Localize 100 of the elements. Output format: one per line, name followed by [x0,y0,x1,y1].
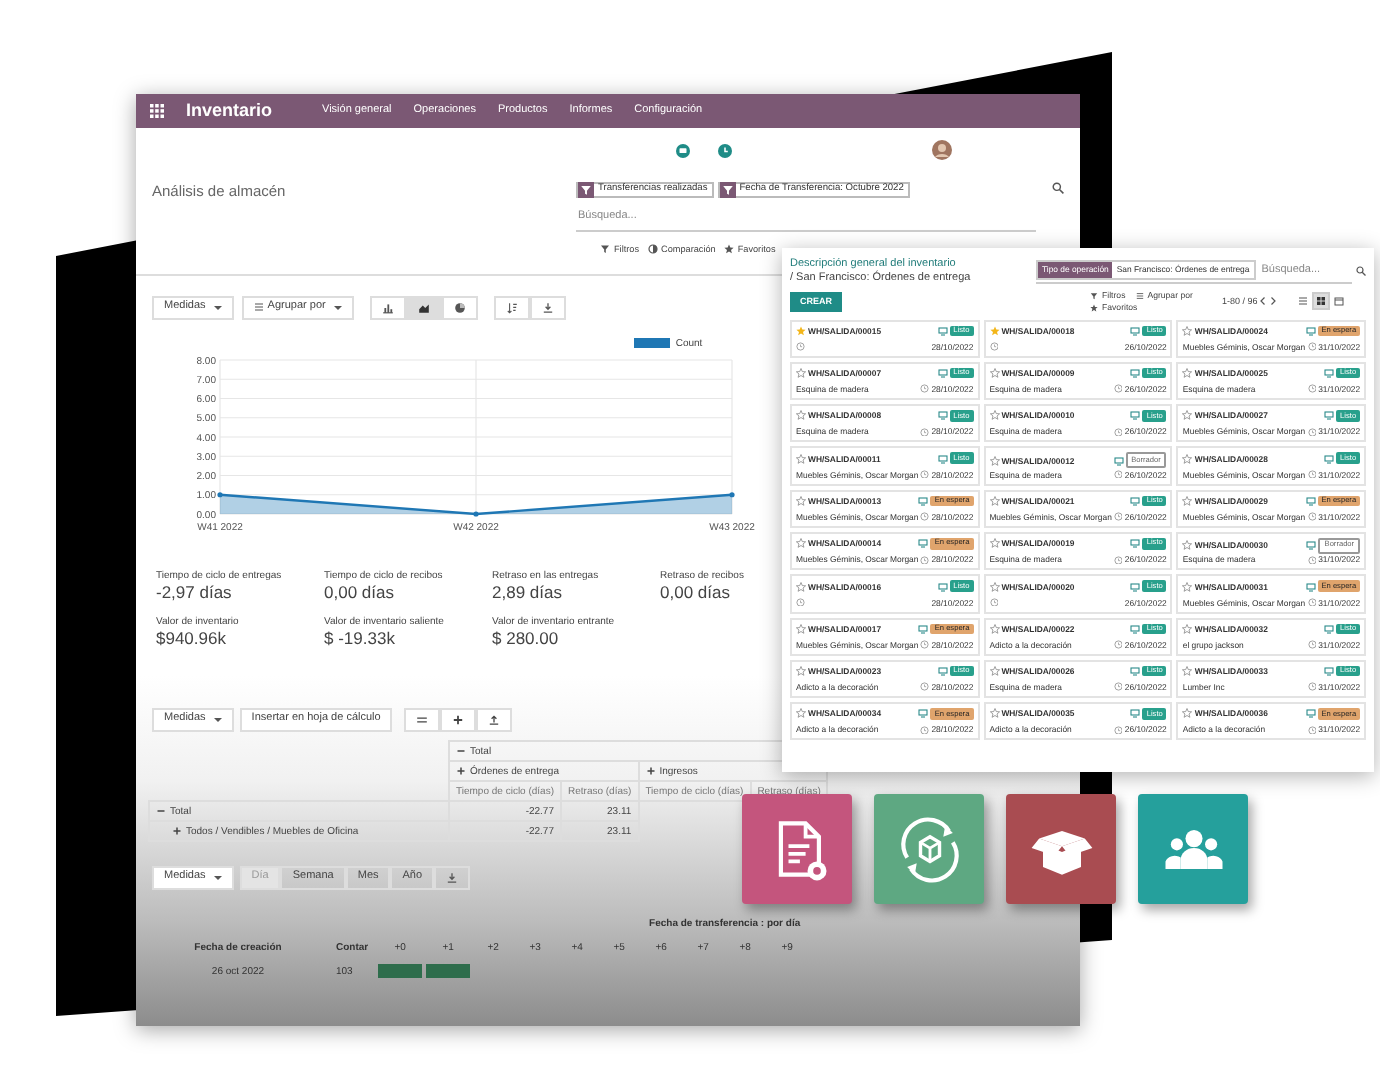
clock-icon[interactable] [920,640,930,650]
grid-icon [1315,296,1326,307]
clock-icon[interactable] [1113,555,1123,565]
search-icon[interactable] [1356,266,1366,276]
star-outline-icon[interactable] [796,453,806,464]
clock-icon[interactable] [920,682,930,692]
screen-icon [1130,538,1141,549]
screen-icon [918,538,929,549]
screen-icon [1113,455,1124,466]
star-outline-icon[interactable] [1182,453,1193,464]
chart-type-button[interactable] [441,295,478,320]
star-icon[interactable] [989,325,1000,336]
screen-icon [1305,495,1316,506]
clock-icon[interactable] [1307,555,1317,565]
app-tile[interactable] [874,794,984,904]
chevron-right-icon[interactable] [1267,296,1278,307]
star-outline-icon[interactable] [989,538,1000,549]
star-outline-icon[interactable] [1182,623,1193,634]
kpi-value: 2,89 días [492,581,564,602]
kanban-view-button[interactable] [1311,292,1330,311]
clock-icon[interactable] [920,512,930,522]
screen-icon [1324,623,1335,634]
clock-icon[interactable] [718,143,732,157]
star-outline-icon[interactable] [796,666,806,677]
star-outline-icon[interactable] [796,368,806,379]
star-outline-icon[interactable] [989,581,1000,592]
chevron-left-icon[interactable] [1257,296,1268,307]
star-outline-icon[interactable] [796,581,806,592]
app-tile[interactable] [1006,794,1116,904]
star-outline-icon[interactable] [1182,708,1193,719]
screen-icon [1130,495,1141,506]
star-outline-icon[interactable] [1182,368,1193,379]
clock-icon[interactable] [989,342,999,352]
clock-icon[interactable] [1113,725,1123,735]
screen-icon [1130,623,1141,634]
clock-icon[interactable] [920,384,930,394]
screen-icon [918,708,929,719]
star-outline-icon[interactable] [1182,495,1193,506]
star-outline-icon[interactable] [1182,540,1193,551]
screen-icon [937,581,948,592]
clock-icon[interactable] [1113,512,1123,522]
clock-icon[interactable] [1113,640,1123,650]
clock-icon[interactable] [1113,384,1123,394]
clock-icon[interactable] [920,427,930,437]
clock-icon[interactable] [796,342,805,352]
clock-icon[interactable] [796,597,805,607]
data-point [729,491,735,497]
clock-icon[interactable] [920,725,930,735]
clock-icon[interactable] [989,597,999,607]
download-button[interactable] [434,866,471,890]
screen-icon [1130,666,1141,677]
star-outline-icon[interactable] [989,495,1000,506]
star-outline-icon[interactable] [989,455,1000,466]
area-chart-icon [417,301,430,314]
star-outline-icon[interactable] [1182,666,1193,677]
star-outline-icon[interactable] [796,410,806,421]
star-outline-icon[interactable] [1182,581,1193,592]
star-outline-icon[interactable] [796,538,806,549]
clock-icon[interactable] [1307,682,1317,692]
star-outline-icon[interactable] [989,666,1000,677]
avatar-icon[interactable] [932,140,952,160]
star-icon[interactable] [796,325,806,336]
clock-icon[interactable] [1307,384,1317,394]
clock-icon[interactable] [1307,512,1317,522]
star-outline-icon[interactable] [796,623,806,634]
star-outline-icon[interactable] [989,708,1000,719]
clock-icon[interactable] [1113,682,1123,692]
star-outline-icon[interactable] [989,410,1000,421]
star-outline-icon[interactable] [796,708,806,719]
apps-menu-icon[interactable] [150,104,164,118]
expand-button[interactable] [440,708,477,732]
search-icon[interactable] [1052,182,1064,194]
star-outline-icon[interactable] [989,623,1000,634]
star-outline-icon[interactable] [989,368,1000,379]
chart-type-button[interactable] [405,295,442,320]
star-outline-icon[interactable] [796,495,806,506]
clock-icon[interactable] [1307,725,1317,735]
chat-icon[interactable] [676,143,690,157]
app-tile[interactable] [742,794,852,904]
clock-icon[interactable] [1307,342,1317,352]
download-button[interactable] [476,708,513,732]
star-outline-icon[interactable] [1182,325,1193,336]
sort-button[interactable] [493,295,530,320]
clock-icon[interactable] [920,555,930,565]
star-outline-icon[interactable] [1182,410,1193,421]
clock-icon[interactable] [920,469,930,479]
clock-icon[interactable] [1113,469,1123,479]
clock-icon[interactable] [1307,469,1317,479]
app-title: Inventario [186,100,273,122]
clock-icon[interactable] [1307,597,1317,607]
clock-icon[interactable] [1113,427,1123,437]
clock-icon[interactable] [1307,427,1317,437]
download-icon [541,301,554,314]
kpi-value: $940.96k [156,627,228,648]
kpi-value: -2,97 días [156,581,234,602]
app-tile[interactable] [1138,794,1248,904]
clock-icon[interactable] [1307,640,1317,650]
screen-icon [1306,540,1317,551]
flip-axis-button[interactable] [404,708,441,732]
download-button[interactable] [529,295,566,320]
